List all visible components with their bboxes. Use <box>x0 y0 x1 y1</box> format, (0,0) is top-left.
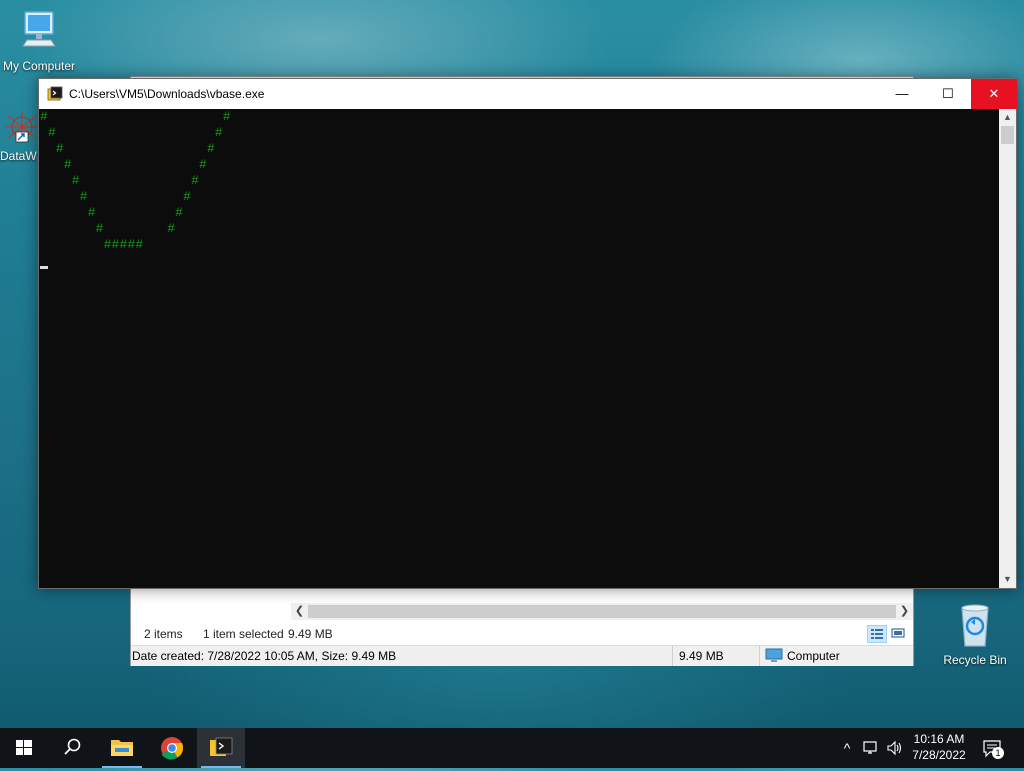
console-app-icon <box>47 86 63 101</box>
horizontal-scroll-thumb[interactable] <box>308 605 896 618</box>
vertical-scrollbar[interactable]: ▲ ▼ <box>999 109 1016 588</box>
computer-icon <box>765 648 783 662</box>
taskbar: ^ 10:16 AM 7/28/2022 1 <box>0 728 1024 768</box>
console-output: # # # # # # # # # # # # # # # # ##### <box>40 109 231 252</box>
details-divider <box>759 646 760 666</box>
desktop-label-recycle-bin: Recycle Bin <box>943 653 1007 667</box>
chrome-taskbar-button[interactable] <box>148 728 196 768</box>
notification-badge: 1 <box>992 747 1004 759</box>
console-title-bar[interactable]: C:\Users\VM5\Downloads\vbase.exe — ☐ ✕ <box>39 79 1017 109</box>
folder-icon <box>111 740 133 756</box>
shortcut-icon <box>6 112 38 143</box>
details-view-button[interactable] <box>867 625 887 643</box>
console-title: C:\Users\VM5\Downloads\vbase.exe <box>69 87 265 101</box>
windows-logo-icon <box>16 740 32 755</box>
selection-info: 1 item selected <box>203 627 284 641</box>
details-divider <box>672 646 673 666</box>
search-icon <box>64 738 81 755</box>
maximize-icon: ☐ <box>942 86 954 101</box>
console-app-icon <box>210 737 233 756</box>
clock-date: 7/28/2022 <box>912 748 966 762</box>
scroll-left-arrow-icon[interactable]: ❮ <box>291 603 308 620</box>
item-count: 2 items <box>144 627 183 641</box>
volume-icon[interactable] <box>886 739 904 757</box>
chrome-icon <box>161 737 184 760</box>
large-icons-view-button[interactable] <box>889 625 909 643</box>
horizontal-scrollbar[interactable]: ❮ ❯ <box>291 603 913 620</box>
close-button[interactable]: ✕ <box>971 79 1017 109</box>
recycle-bin-icon <box>961 604 989 647</box>
maximize-button[interactable]: ☐ <box>925 79 971 109</box>
details-view-icon <box>871 629 883 639</box>
selection-size: 9.49 MB <box>288 627 333 641</box>
action-center-button[interactable]: 1 <box>982 738 1004 760</box>
minimize-button[interactable]: — <box>879 79 925 109</box>
console-window[interactable]: C:\Users\VM5\Downloads\vbase.exe — ☐ ✕ #… <box>38 78 1017 589</box>
computer-icon <box>22 11 56 47</box>
console-taskbar-button[interactable] <box>197 728 245 768</box>
network-icon[interactable] <box>862 739 880 757</box>
start-button[interactable] <box>0 728 48 768</box>
desktop-icon-my-computer[interactable]: My Computer <box>0 10 78 73</box>
details-size: 9.49 MB <box>679 649 724 663</box>
taskbar-clock[interactable]: 10:16 AM 7/28/2022 <box>906 731 972 763</box>
console-output-area[interactable]: # # # # # # # # # # # # # # # # ##### <box>39 109 999 588</box>
details-text: Date created: 7/28/2022 10:05 AM, Size: … <box>132 649 397 663</box>
scroll-right-arrow-icon[interactable]: ❯ <box>896 603 913 620</box>
desktop-label-my-computer: My Computer <box>2 59 76 73</box>
scroll-up-arrow-icon[interactable]: ▲ <box>999 109 1016 126</box>
text-cursor <box>40 266 48 269</box>
minimize-icon: — <box>895 86 909 101</box>
large-icons-view-icon <box>891 628 905 638</box>
clock-time: 10:16 AM <box>913 732 965 746</box>
chevron-up-icon[interactable]: ^ <box>838 739 856 757</box>
desktop-icon-recycle-bin[interactable]: Recycle Bin <box>936 600 1014 667</box>
vertical-scroll-thumb[interactable] <box>1001 126 1014 144</box>
explorer-details-bar: Date created: 7/28/2022 10:05 AM, Size: … <box>131 645 913 666</box>
search-button[interactable] <box>48 728 96 768</box>
scroll-down-arrow-icon[interactable]: ▼ <box>999 571 1016 588</box>
close-icon: ✕ <box>988 86 1000 101</box>
details-location: Computer <box>787 649 840 663</box>
file-explorer-taskbar-button[interactable] <box>98 728 146 768</box>
explorer-status-bar: 2 items 1 item selected 9.49 MB <box>131 623 913 645</box>
